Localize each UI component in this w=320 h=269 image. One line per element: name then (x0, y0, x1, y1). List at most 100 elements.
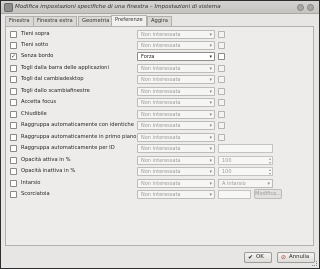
value-checkbox[interactable] (218, 122, 225, 129)
chevron-down-icon: ▾ (209, 112, 212, 118)
spin-arrows-icon[interactable]: ▴ ▾ (269, 168, 271, 176)
policy-select[interactable]: Non interessata ▾ (137, 179, 215, 188)
pref-label: Opacità inattiva in % (21, 168, 76, 174)
policy-select[interactable]: Non interessata ▾ (137, 30, 215, 39)
spin-arrows-icon[interactable]: ▴ ▾ (269, 157, 271, 165)
policy-select[interactable]: Non interessata ▾ (137, 87, 215, 96)
tab-preferenze[interactable]: Preferenze (111, 15, 147, 26)
tab-finestra-extra[interactable]: Finestra extra (33, 16, 77, 26)
policy-value: Non interessata (141, 32, 181, 38)
value-checkbox[interactable] (218, 65, 225, 72)
policy-select[interactable]: Non interessata ▾ (137, 167, 215, 176)
ok-button[interactable]: ✔ OK (244, 252, 272, 263)
pref-label: Togli dalla barra delle applicazioni (21, 65, 109, 71)
enable-checkbox[interactable] (10, 42, 17, 49)
pref-row: Opacità attiva in % Non interessata ▾ 100 ▴ ▾ (6, 155, 306, 166)
tab-geometria[interactable]: Geometria (78, 16, 114, 26)
pref-label: Intarsio (21, 180, 41, 186)
enable-checkbox[interactable] (10, 134, 17, 141)
enable-checkbox[interactable] (10, 157, 17, 164)
tiling-value: A intarsio (222, 181, 246, 187)
enable-checkbox[interactable] (10, 31, 17, 38)
policy-value: Non interessata (141, 123, 181, 129)
tab-finestra[interactable]: Finestra (5, 16, 34, 26)
pref-row: Opacità inattiva in % Non interessata ▾ 100… (6, 166, 306, 177)
pref-row: Tieni sopra Non interessata ▾ (6, 29, 306, 40)
chevron-down-icon: ▾ (209, 77, 212, 83)
policy-value: Forza (141, 54, 155, 60)
chevron-down-icon: ▾ (209, 32, 212, 38)
enable-checkbox[interactable] (10, 145, 17, 152)
policy-select[interactable]: Non interessata ▾ (137, 64, 215, 73)
enable-checkbox[interactable] (10, 111, 17, 118)
policy-select[interactable]: Non interessata ▾ (137, 110, 215, 119)
value-checkbox[interactable] (218, 111, 225, 118)
policy-value: Non interessata (141, 89, 181, 95)
preferences-panel: Tieni sopra Non interessata ▾ Tieni sotto No… (5, 26, 314, 246)
policy-select[interactable]: Non interessata ▾ (137, 144, 215, 153)
policy-select[interactable]: Forza ▾ (137, 52, 215, 61)
pref-label: Accetta focus (21, 99, 57, 105)
edit-shortcut-button[interactable]: Modifica... (254, 189, 282, 199)
value-checkbox[interactable] (218, 99, 225, 106)
pref-label: Togli dal cambiadesktop (21, 76, 84, 82)
value-checkbox[interactable] (218, 53, 225, 60)
window-title: Modifica impostazioni specifiche di una … (15, 4, 221, 10)
pref-row: Togli dalla barra delle applicazioni Non … (6, 63, 306, 74)
opacity-spinbox[interactable]: 100 ▴ ▾ (218, 156, 273, 165)
cancel-button[interactable]: ⊘ Annulla (277, 252, 315, 263)
policy-select[interactable]: Non interessata ▾ (137, 41, 215, 50)
enable-checkbox[interactable] (10, 180, 17, 187)
tab-aggira[interactable]: Aggira (147, 16, 172, 26)
help-icon[interactable] (297, 4, 304, 11)
policy-select[interactable]: Non interessata ▾ (137, 156, 215, 165)
pref-row: Accetta focus Non interessata ▾ (6, 97, 306, 108)
policy-value: Non interessata (141, 77, 181, 83)
enable-checkbox[interactable] (10, 88, 17, 95)
chevron-down-icon: ▾ (209, 135, 212, 141)
policy-select[interactable]: Non interessata ▾ (137, 75, 215, 84)
close-icon[interactable] (307, 4, 314, 11)
pref-label: Opacità attiva in % (21, 157, 71, 163)
enable-checkbox[interactable] (10, 122, 17, 129)
enable-checkbox[interactable] (10, 76, 17, 83)
enable-checkbox[interactable] (10, 191, 17, 198)
pref-row: ✓ Senza bordo Forza ▾ (6, 51, 306, 62)
policy-value: Non interessata (141, 158, 181, 164)
shortcut-field[interactable] (218, 190, 251, 199)
enable-checkbox[interactable]: ✓ (10, 53, 17, 60)
policy-value: Non interessata (141, 112, 181, 118)
chevron-down-icon: ▾ (209, 123, 212, 129)
pref-label: Senza bordo (21, 53, 54, 59)
tiling-select[interactable]: A intarsio ▾ (218, 179, 273, 188)
opacity-spinbox[interactable]: 100 ▴ ▾ (218, 167, 273, 176)
value-checkbox[interactable] (218, 31, 225, 38)
pref-label: Chiudibile (21, 111, 47, 117)
policy-select[interactable]: Non interessata ▾ (137, 133, 215, 142)
enable-checkbox[interactable] (10, 168, 17, 175)
chevron-down-icon: ▾ (209, 100, 212, 106)
value-checkbox[interactable] (218, 42, 225, 49)
pref-row: Scorciatoia Non interessata ▾ Modifica... (6, 189, 306, 200)
value-checkbox[interactable] (218, 88, 225, 95)
policy-select[interactable]: Non interessata ▾ (137, 121, 215, 130)
value-checkbox[interactable] (218, 134, 225, 141)
policy-select[interactable]: Non interessata ▾ (137, 98, 215, 107)
id-field[interactable] (218, 144, 273, 153)
value-checkbox[interactable] (218, 76, 225, 83)
enable-checkbox[interactable] (10, 99, 17, 106)
pref-row: Raggruppa automaticamente con identiche N… (6, 120, 306, 131)
title-bar[interactable]: Modifica impostazioni specifiche di una … (1, 1, 319, 14)
policy-value: Non interessata (141, 66, 181, 72)
pref-label: Togli dallo scambiafinestre (21, 88, 90, 94)
chevron-down-icon: ▾ (209, 66, 212, 72)
pref-row: Chiudibile Non interessata ▾ (6, 109, 306, 120)
chevron-down-icon: ▾ (209, 192, 212, 198)
policy-select[interactable]: Non interessata ▾ (137, 190, 215, 199)
pref-row: Raggruppa automaticamente per ID Non inte… (6, 143, 306, 154)
chevron-down-icon: ▾ (209, 158, 212, 164)
pref-row: Intarsio Non interessata ▾ A intarsio ▾ (6, 178, 306, 189)
resize-grip[interactable] (312, 261, 317, 266)
enable-checkbox[interactable] (10, 65, 17, 72)
chevron-down-icon: ▾ (209, 146, 212, 152)
